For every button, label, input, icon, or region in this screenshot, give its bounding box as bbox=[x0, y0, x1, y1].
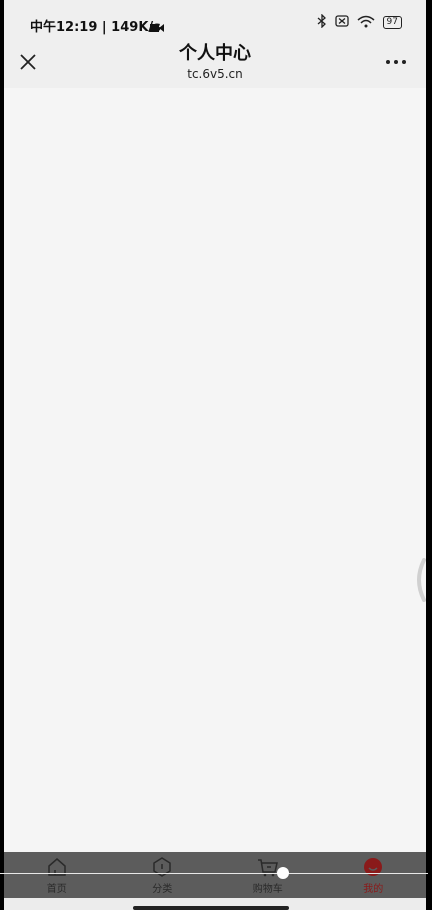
more-icon bbox=[386, 60, 406, 64]
title-block: 个人中心 tc.6v5.cn bbox=[4, 42, 426, 82]
nav-bar: 个人中心 tc.6v5.cn bbox=[4, 40, 426, 88]
page-title: 个人中心 bbox=[179, 43, 251, 64]
page-content bbox=[4, 88, 426, 848]
cart-icon bbox=[257, 859, 278, 877]
edge-gesture-handle[interactable] bbox=[412, 558, 426, 602]
tab-home[interactable]: 首页 bbox=[4, 852, 110, 898]
tab-category-label: 分类 bbox=[152, 884, 173, 895]
bluetooth-icon bbox=[317, 13, 327, 31]
overlay-slider-track bbox=[0, 873, 428, 874]
status-bar: 中午12:19 | 149K/s 97 bbox=[4, 0, 426, 44]
category-icon bbox=[153, 857, 171, 877]
overlay-slider-handle[interactable] bbox=[277, 867, 289, 879]
page-url: tc.6v5.cn bbox=[187, 67, 243, 81]
phone-screen: 中午12:19 | 149K/s 97 个人中心 tc.6v5.cn 首页 分类… bbox=[4, 0, 426, 910]
sim-off-icon bbox=[334, 15, 349, 30]
video-icon bbox=[150, 18, 164, 37]
battery-indicator: 97 bbox=[382, 16, 402, 29]
home-indicator[interactable] bbox=[133, 906, 289, 910]
tab-cart-label: 购物车 bbox=[252, 884, 283, 895]
tab-cart[interactable]: 购物车 bbox=[215, 852, 321, 898]
home-icon bbox=[48, 858, 66, 876]
wifi-icon bbox=[357, 15, 375, 31]
status-icons: 97 bbox=[317, 13, 402, 31]
profile-icon bbox=[364, 858, 383, 876]
tab-profile[interactable]: 我的 bbox=[321, 852, 427, 898]
more-options-button[interactable] bbox=[384, 52, 408, 72]
tab-home-label: 首页 bbox=[46, 884, 67, 895]
bottom-tab-bar: 首页 分类 购物车 我的 bbox=[4, 852, 426, 898]
status-time: 中午12:19 | 149K/s bbox=[30, 20, 161, 35]
tab-profile-label: 我的 bbox=[363, 884, 384, 895]
tab-category[interactable]: 分类 bbox=[110, 852, 216, 898]
